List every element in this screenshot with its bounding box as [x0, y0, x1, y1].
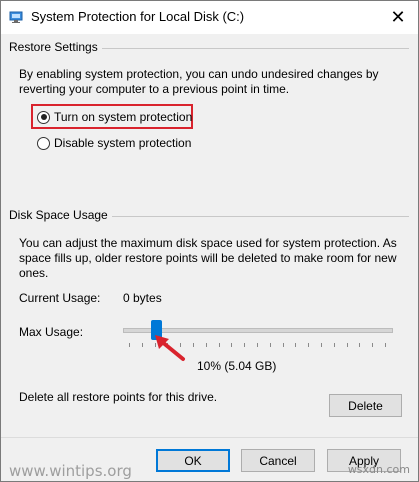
slider-tick [244, 343, 246, 347]
current-usage-value: 0 bytes [123, 291, 162, 305]
watermark-right: wsxdn.com [347, 463, 410, 476]
title-bar[interactable]: System Protection for Local Disk (C:) ✕ [1, 1, 418, 34]
slider-tick [257, 343, 258, 347]
close-button[interactable]: ✕ [378, 1, 418, 34]
slider-tick [269, 343, 271, 347]
slider-tick [205, 343, 207, 347]
max-usage-readout: 10% (5.04 GB) [197, 359, 277, 373]
slider-tick [295, 343, 297, 347]
restore-settings-label: Restore Settings [9, 40, 102, 54]
slider-tick [231, 343, 233, 347]
slider-tick [385, 343, 386, 347]
radio-unchecked-icon[interactable] [37, 136, 50, 150]
disk-space-label: Disk Space Usage [9, 208, 112, 222]
footer-divider [1, 437, 418, 438]
radio-checked-icon[interactable] [37, 110, 50, 124]
max-usage-label: Max Usage: [19, 325, 84, 339]
close-icon: ✕ [390, 7, 406, 27]
slider-tick [333, 343, 335, 347]
cancel-button[interactable]: Cancel [241, 449, 315, 472]
watermark-left: www.wintips.org [9, 462, 132, 480]
disk-space-description: You can adjust the maximum disk space us… [19, 236, 397, 280]
slider-tick [321, 343, 322, 347]
slider-tick [308, 343, 310, 347]
annotation-arrow-icon [155, 335, 185, 361]
radio-disable-label: Disable system protection [54, 136, 192, 150]
slider-tick [218, 343, 220, 347]
current-usage-label: Current Usage: [19, 291, 101, 305]
slider-tick [346, 343, 348, 347]
delete-button[interactable]: Delete [329, 394, 402, 417]
radio-turn-on-label: Turn on system protection [54, 110, 193, 124]
restore-settings-description: By enabling system protection, you can u… [19, 67, 379, 96]
slider-tick [129, 343, 130, 347]
ok-button[interactable]: OK [156, 449, 230, 472]
radio-turn-on-protection[interactable]: Turn on system protection [37, 110, 192, 124]
slider-tick [141, 343, 143, 347]
radio-disable-protection[interactable]: Disable system protection [37, 136, 191, 150]
slider-tick [282, 343, 284, 347]
slider-tick [372, 343, 374, 347]
slider-tick [193, 343, 194, 347]
system-protection-icon [9, 11, 23, 23]
delete-description: Delete all restore points for this drive… [19, 390, 218, 404]
dialog-window: System Protection for Local Disk (C:) ✕ … [0, 0, 419, 482]
window-title: System Protection for Local Disk (C:) [31, 9, 245, 24]
slider-tick [359, 343, 361, 347]
